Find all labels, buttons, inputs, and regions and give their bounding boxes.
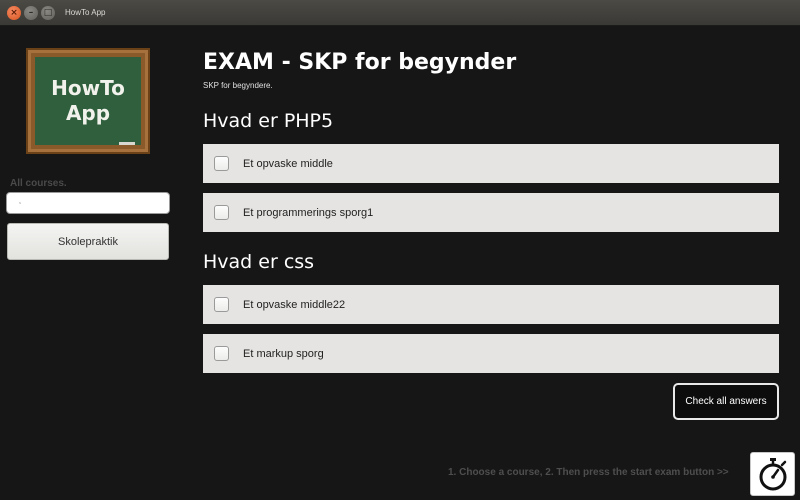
answer-label: Et opvaske middle xyxy=(243,157,333,170)
chalk xyxy=(119,142,135,145)
question-title: Hvad er PHP5 xyxy=(203,110,334,132)
answer-checkbox[interactable] xyxy=(214,346,229,361)
check-all-answers-button[interactable]: Check all answers xyxy=(673,383,779,420)
minimize-icon: – xyxy=(28,7,34,18)
logo-line-1: HowTo xyxy=(51,76,125,100)
answer-checkbox[interactable] xyxy=(214,297,229,312)
answer-label: Et opvaske middle22 xyxy=(243,298,346,311)
search-icon xyxy=(19,202,21,204)
answer-option[interactable]: Et programmerings sporg1 xyxy=(203,193,779,232)
course-button-skolepraktik[interactable]: Skolepraktik xyxy=(7,223,169,260)
answer-checkbox[interactable] xyxy=(214,205,229,220)
minimize-button[interactable]: – xyxy=(24,6,38,20)
maximize-icon: □ xyxy=(43,7,53,18)
close-icon: × xyxy=(10,7,18,18)
logo-line-2: App xyxy=(65,101,111,125)
exam-subtitle: SKP for begyndere. xyxy=(203,81,273,90)
answer-option[interactable]: Et opvaske middle xyxy=(203,144,779,183)
maximize-button[interactable]: □ xyxy=(41,6,55,20)
answer-checkbox[interactable] xyxy=(214,156,229,171)
answer-label: Et programmerings sporg1 xyxy=(243,206,374,219)
instruction-hint: 1. Choose a course, 2. Then press the st… xyxy=(448,467,729,478)
chalkboard: HowTo App xyxy=(35,57,141,145)
start-exam-button[interactable] xyxy=(750,452,795,496)
app-content: HowTo App All courses. Skolepraktik EXAM… xyxy=(0,26,800,500)
search-input[interactable] xyxy=(27,194,169,212)
question-title: Hvad er css xyxy=(203,251,315,273)
close-button[interactable]: × xyxy=(7,6,21,20)
window-title: HowTo App xyxy=(65,8,106,17)
courses-label: All courses. xyxy=(10,178,67,189)
answer-option[interactable]: Et markup sporg xyxy=(203,334,779,373)
answer-label: Et markup sporg xyxy=(243,347,324,360)
title-bar: × – □ HowTo App xyxy=(0,0,800,26)
exam-title: EXAM - SKP for begynder xyxy=(203,50,517,75)
answer-option[interactable]: Et opvaske middle22 xyxy=(203,285,779,324)
stopwatch-icon xyxy=(759,458,786,491)
app-logo: HowTo App xyxy=(26,48,150,154)
search-field[interactable] xyxy=(6,192,170,214)
